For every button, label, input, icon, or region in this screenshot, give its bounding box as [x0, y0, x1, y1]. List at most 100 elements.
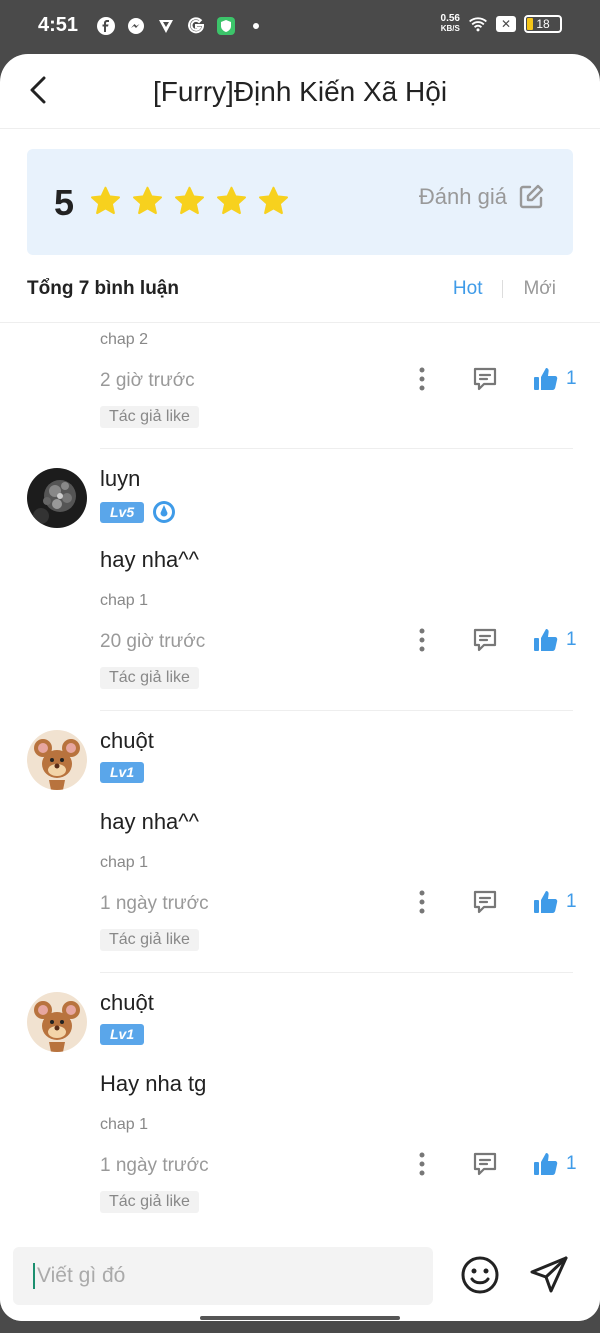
- rate-button[interactable]: Đánh giá: [419, 183, 545, 211]
- notification-icons: [96, 16, 266, 36]
- comment-item: chap 2 2 giờ trước 1 Tác giả like: [0, 323, 600, 449]
- vip-badge-icon: [153, 501, 176, 523]
- comments-summary: Tổng 7 bình luận Hot Mới: [27, 278, 573, 304]
- more-vertical-icon: [419, 628, 425, 652]
- text-caret: [33, 1263, 35, 1289]
- reply-button[interactable]: [470, 625, 500, 655]
- comments-sheet: [Furry]Định Kiến Xã Hội 5 Đánh giá Tổng …: [0, 54, 600, 1321]
- level-badge: Lv5: [100, 501, 145, 523]
- comment-time: 20 giờ trước: [100, 631, 206, 652]
- avatar-image: [27, 992, 87, 1052]
- star-icon: [258, 186, 289, 215]
- dot-icon: [246, 16, 266, 36]
- speed-unit: KB/S: [440, 24, 460, 33]
- emoji-icon[interactable]: [459, 1254, 501, 1296]
- author-like-badge: Tác giả like: [100, 667, 199, 689]
- comment-chapter: chap 2: [100, 331, 149, 348]
- comment-username[interactable]: chuột: [100, 990, 154, 1016]
- comment-text: hay nha^^: [100, 547, 199, 572]
- avatar-image: [27, 468, 87, 528]
- tab-hot[interactable]: Hot: [453, 278, 483, 300]
- user-badges: Lv5: [100, 500, 176, 524]
- rating-stars: [89, 185, 290, 218]
- comment-actions: 1: [410, 1149, 577, 1179]
- comment-chapter: chap 1: [100, 1116, 149, 1133]
- status-time: 4:51: [38, 14, 79, 36]
- star-icon: [216, 186, 247, 215]
- comment-icon: [473, 890, 497, 914]
- more-options-button[interactable]: [410, 364, 434, 394]
- rating-panel: 5 Đánh giá: [27, 149, 573, 255]
- page-title: [Furry]Định Kiến Xã Hội: [152, 76, 448, 107]
- header: [Furry]Định Kiến Xã Hội: [0, 54, 600, 129]
- comment-actions: 1: [410, 625, 577, 655]
- like-button[interactable]: 1: [532, 365, 577, 393]
- comment-username[interactable]: chuột: [100, 728, 154, 754]
- shield-icon: [216, 16, 236, 36]
- comment-time: 2 giờ trước: [100, 370, 195, 391]
- more-options-button[interactable]: [410, 1149, 434, 1179]
- avatar[interactable]: [27, 468, 87, 528]
- x-icon: ✕: [496, 16, 516, 32]
- speed-value: 0.56: [440, 13, 460, 24]
- avatar[interactable]: [27, 730, 87, 790]
- sort-divider: [502, 280, 504, 298]
- more-options-button[interactable]: [410, 887, 434, 917]
- thumbs-up-icon: [534, 368, 558, 390]
- star-icon: [174, 186, 205, 215]
- send-icon[interactable]: [528, 1254, 570, 1296]
- comment-username[interactable]: luyn: [100, 466, 140, 492]
- comment-composer: Viết gì đó: [0, 1232, 600, 1321]
- comment-input[interactable]: Viết gì đó: [13, 1247, 433, 1305]
- comment-time: 1 ngày trước: [100, 893, 209, 914]
- like-button[interactable]: 1: [532, 626, 577, 654]
- home-indicator[interactable]: [200, 1316, 400, 1320]
- facebook-icon: [96, 16, 116, 36]
- wifi-icon: [468, 14, 488, 34]
- comment-icon: [473, 367, 497, 391]
- like-count: 1: [566, 891, 577, 912]
- author-like-badge: Tác giả like: [100, 929, 199, 951]
- edit-icon: [519, 184, 544, 209]
- google-icon: [186, 16, 206, 36]
- comment-chapter: chap 1: [100, 592, 149, 609]
- reply-button[interactable]: [470, 364, 500, 394]
- comment-actions: 1: [410, 887, 577, 917]
- user-badges: Lv1: [100, 762, 145, 783]
- thumbs-up-icon: [534, 1153, 558, 1175]
- thumbs-up-icon: [534, 891, 558, 913]
- comment-input-placeholder: Viết gì đó: [37, 1264, 126, 1287]
- like-button[interactable]: 1: [532, 1150, 577, 1178]
- comment-time: 1 ngày trước: [100, 1155, 209, 1176]
- author-like-badge: Tác giả like: [100, 1191, 199, 1213]
- more-options-button[interactable]: [410, 625, 434, 655]
- comment-icon: [473, 628, 497, 652]
- sort-tabs: Hot Mới: [453, 278, 556, 300]
- level-badge: Lv1: [100, 762, 145, 783]
- level-badge: Lv1: [100, 1024, 145, 1045]
- star-icon: [132, 186, 163, 215]
- reply-button[interactable]: [470, 887, 500, 917]
- like-count: 1: [566, 629, 577, 650]
- tab-new[interactable]: Mới: [523, 278, 556, 300]
- more-vertical-icon: [419, 367, 425, 391]
- comment-chapter: chap 1: [100, 854, 149, 871]
- reply-button[interactable]: [470, 1149, 500, 1179]
- network-speed: 0.56 KB/S: [441, 14, 460, 34]
- comment-item: luyn Lv5 hay nha^^ chap 1 20 giờ trước 1: [0, 449, 600, 711]
- more-vertical-icon: [419, 890, 425, 914]
- comment-list: chap 2 2 giờ trước 1 Tác giả like luyn L…: [0, 323, 600, 1233]
- like-button[interactable]: 1: [532, 888, 577, 916]
- more-vertical-icon: [419, 1152, 425, 1176]
- avatar[interactable]: [27, 992, 87, 1052]
- battery-level: 18: [536, 17, 550, 31]
- comment-item: chuột Lv1 hay nha^^ chap 1 1 ngày trước …: [0, 711, 600, 973]
- system-icons: 0.56 KB/S ✕ 18: [441, 14, 562, 34]
- avatar-image: [27, 730, 87, 790]
- rate-label: Đánh giá: [418, 184, 507, 209]
- rating-score: 5: [54, 182, 75, 223]
- status-bar: 4:51 0.56 KB/S ✕ 18: [0, 0, 600, 54]
- thumbs-up-icon: [534, 629, 558, 651]
- author-like-badge: Tác giả like: [100, 406, 199, 428]
- comment-count: Tổng 7 bình luận: [27, 278, 179, 299]
